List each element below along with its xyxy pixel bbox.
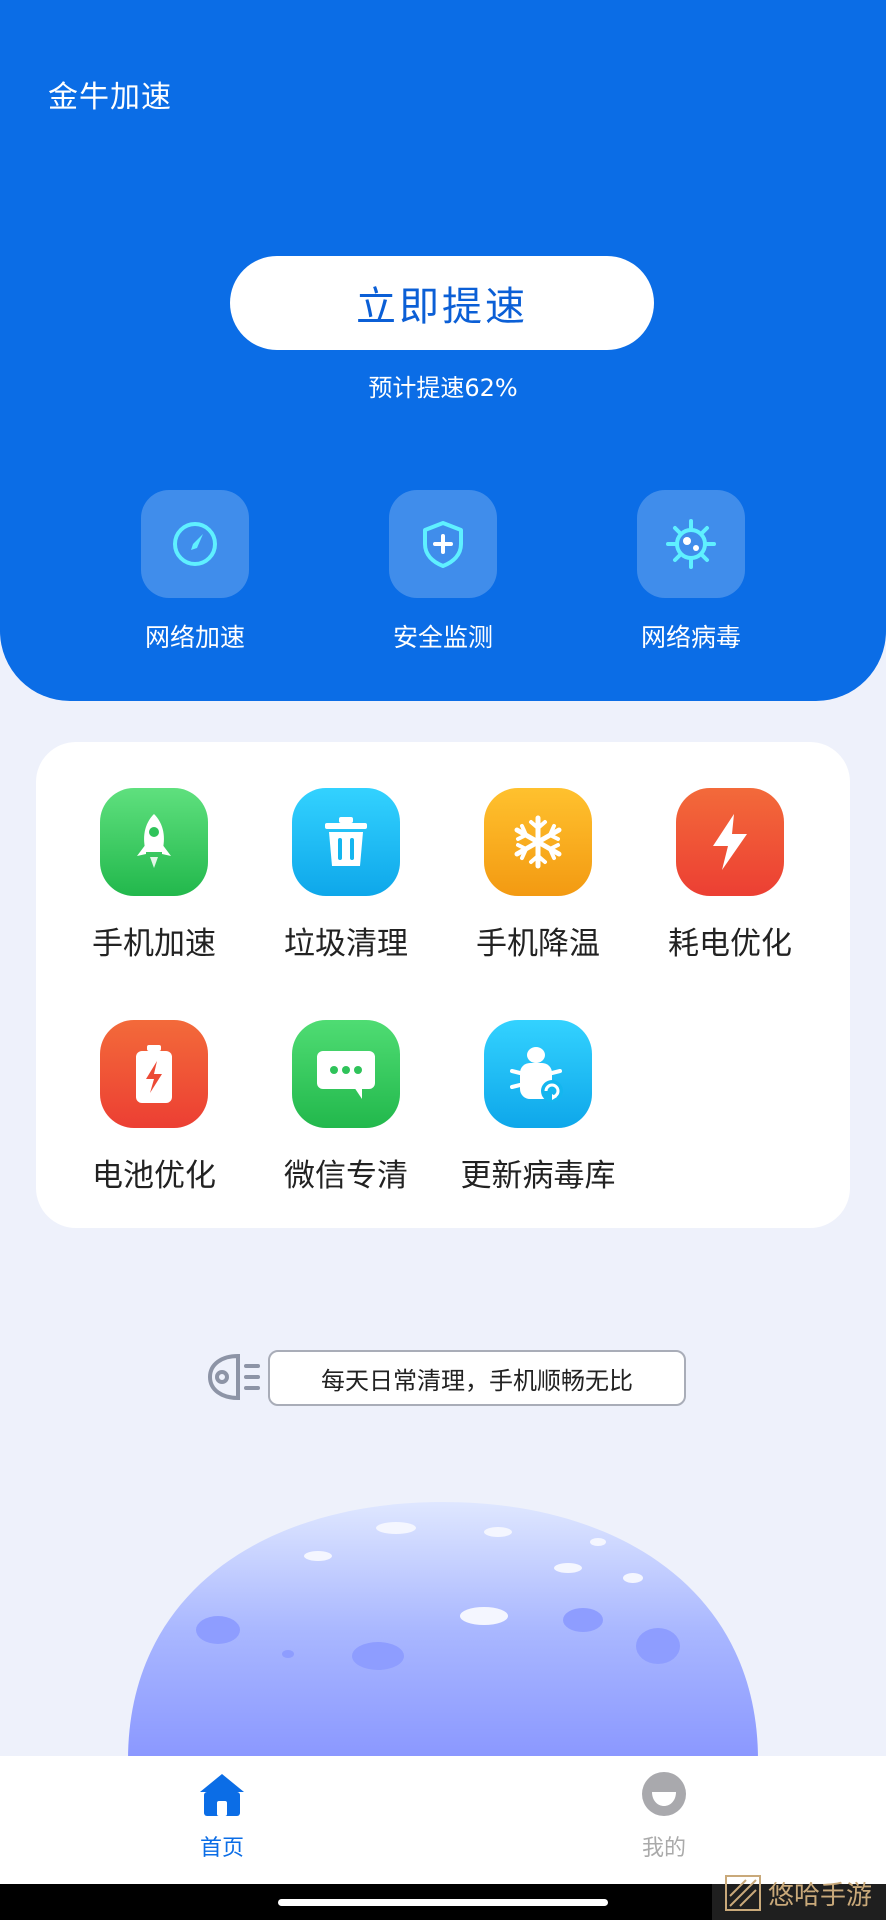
snowflake-icon	[484, 788, 592, 896]
tool-label: 电池优化	[92, 1158, 216, 1194]
bug-refresh-icon	[484, 1020, 592, 1128]
quick-network-boost[interactable]: 网络加速	[140, 490, 250, 654]
lightning-icon	[676, 788, 784, 896]
shield-plus-icon	[389, 490, 497, 598]
rocket-icon	[100, 788, 208, 896]
rocket-outline-icon	[202, 1350, 264, 1408]
tab-mine[interactable]: 我的	[604, 1770, 724, 1862]
home-icon	[162, 1770, 282, 1822]
tool-label: 更新病毒库	[460, 1158, 616, 1194]
tool-update-virus-db[interactable]: 更新病毒库	[448, 1020, 628, 1195]
app-title: 金牛加速	[48, 80, 172, 115]
tool-label: 微信专清	[284, 1158, 408, 1194]
quick-label: 网络加速	[144, 623, 245, 652]
tip-banner: 每天日常清理，手机顺畅无比	[268, 1350, 686, 1406]
tool-wechat-clean[interactable]: 微信专清	[256, 1020, 436, 1195]
battery-icon	[100, 1020, 208, 1128]
tool-phone-cool[interactable]: 手机降温	[448, 788, 628, 963]
tool-battery-optimize[interactable]: 电池优化	[64, 1020, 244, 1195]
compass-icon	[141, 490, 249, 598]
bottom-tab-bar: 首页 我的	[0, 1756, 886, 1884]
tool-label: 耗电优化	[668, 926, 792, 962]
quick-label: 安全监测	[392, 623, 493, 652]
quick-network-virus[interactable]: 网络病毒	[636, 490, 746, 654]
tool-power-optimize[interactable]: 耗电优化	[640, 788, 820, 963]
tab-home-label: 首页	[199, 1836, 244, 1861]
tools-card: 手机加速 垃圾清理 手机降温 耗电优化 电池优化 微信专清 更新病毒库	[36, 742, 850, 1228]
home-gesture-bar[interactable]	[278, 1899, 608, 1906]
tool-label: 手机降温	[476, 926, 600, 962]
watermark: 悠哈手游	[712, 1866, 886, 1920]
tool-phone-boost[interactable]: 手机加速	[64, 788, 244, 963]
profile-icon	[604, 1770, 724, 1822]
watermark-logo	[725, 1875, 761, 1911]
watermark-text: 悠哈手游	[768, 1880, 873, 1911]
boost-estimate: 预计提速62%	[368, 374, 518, 402]
tab-mine-label: 我的	[641, 1836, 686, 1861]
boost-now-button[interactable]: 立即提速	[230, 256, 654, 350]
planet-illustration	[128, 1470, 758, 1764]
tool-label: 垃圾清理	[284, 926, 408, 962]
virus-icon	[637, 490, 745, 598]
tool-junk-clean[interactable]: 垃圾清理	[256, 788, 436, 963]
chat-icon	[292, 1020, 400, 1128]
trash-icon	[292, 788, 400, 896]
tool-label: 手机加速	[92, 926, 216, 962]
tab-home[interactable]: 首页	[162, 1770, 282, 1862]
header-panel: 金牛加速 立即提速 预计提速62% 网络加速 安全监测 网络病毒	[0, 0, 886, 701]
quick-label: 网络病毒	[640, 623, 741, 652]
quick-security-check[interactable]: 安全监测	[388, 490, 498, 654]
